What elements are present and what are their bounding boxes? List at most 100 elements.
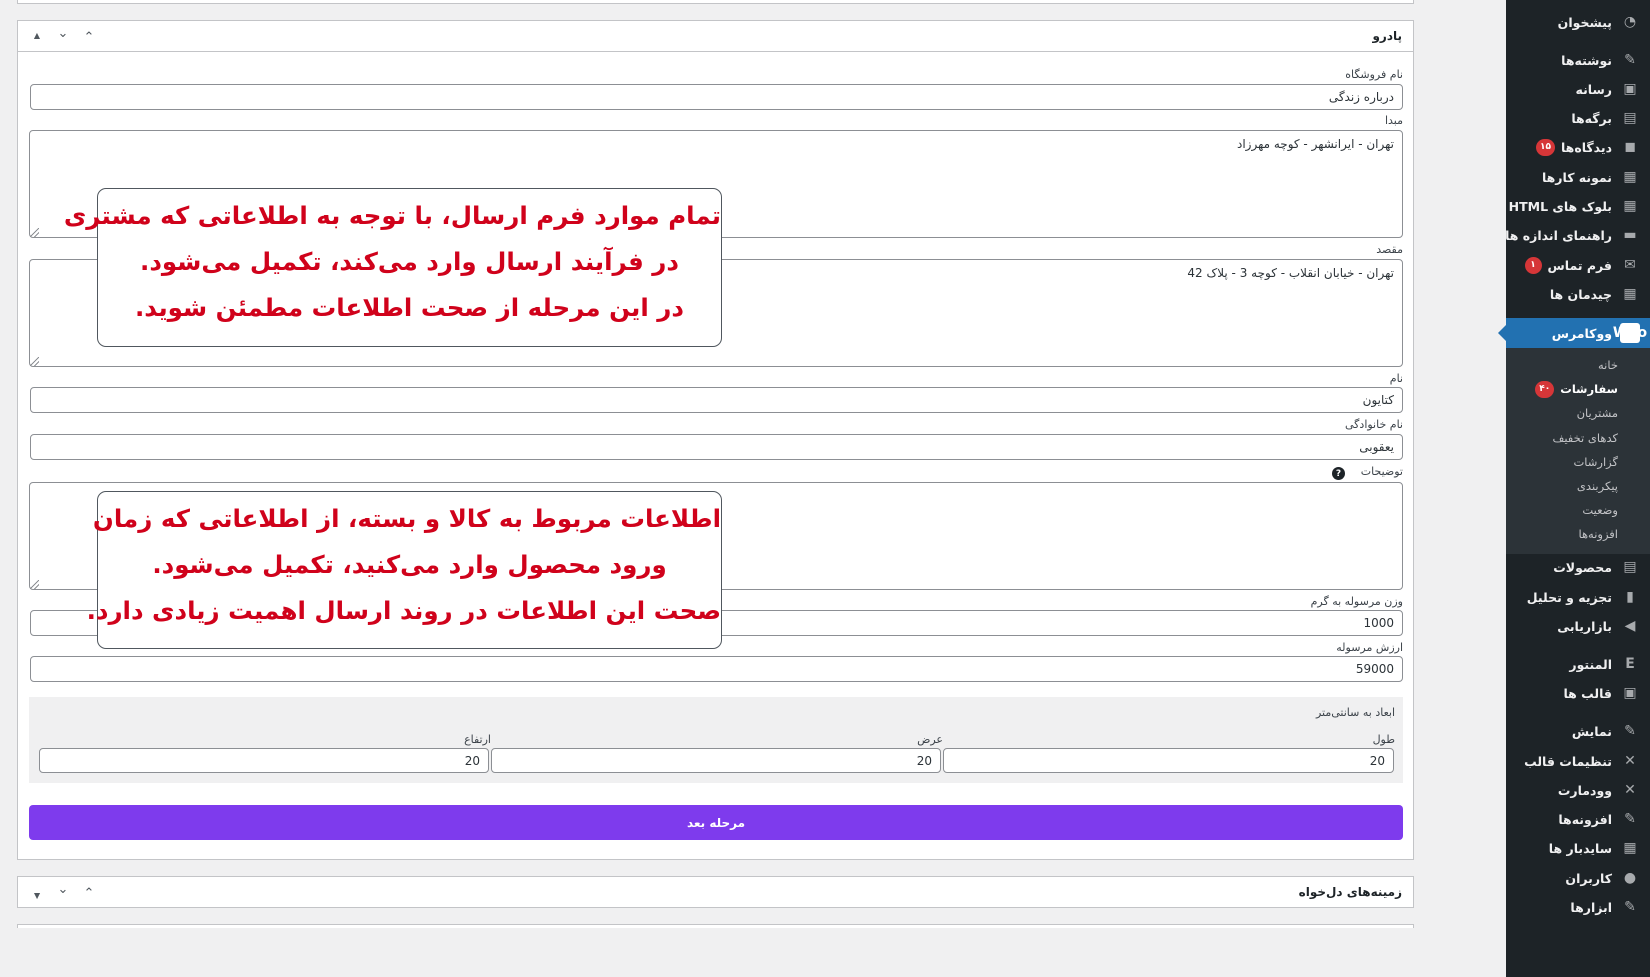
- sidebar-item-layouts[interactable]: ▦ چیدمان ها: [1506, 279, 1650, 309]
- destination-resize-handle[interactable]: [30, 357, 39, 366]
- length-label: طول: [1372, 733, 1395, 746]
- sidebar-item-woodmart[interactable]: ✕ وودمارت: [1506, 775, 1650, 805]
- custom-fields-controls: ▲ ⌄ ⌃: [28, 883, 98, 905]
- next-step-button[interactable]: مرحله بعد: [29, 805, 1403, 840]
- submenu-item[interactable]: پیکربندی: [1506, 474, 1650, 498]
- sidebar-item-analytics[interactable]: ▮ تجزیه و تحلیل: [1506, 582, 1650, 612]
- last-name-input[interactable]: [30, 434, 1403, 460]
- sidebar-item-label: پیشخوان: [1557, 14, 1612, 30]
- sidebar-item-sidebars[interactable]: ▦ سایدبار ها: [1506, 833, 1650, 863]
- sidebar-item-theme-settings[interactable]: ✕ تنظیمات قالب: [1506, 746, 1650, 776]
- sidebar-item-appearance[interactable]: ✎ نمایش: [1506, 716, 1650, 746]
- sidebar-item-media[interactable]: ▣ رسانه: [1506, 74, 1650, 104]
- plugins-icon: ✎: [1624, 811, 1636, 827]
- last-name-label: نام خانوادگی: [1345, 418, 1403, 431]
- length-input[interactable]: [943, 748, 1394, 773]
- submenu-item[interactable]: افزونه‌ها: [1506, 522, 1650, 546]
- callout-line: صحت این اطلاعات در روند ارسال اهمیت زیاد…: [86, 596, 721, 625]
- analytics-icon: ▮: [1626, 589, 1634, 605]
- next-panel-edge: [17, 924, 1414, 928]
- sidebar-item-dashboard[interactable]: ◔ پیشخوان: [1506, 7, 1650, 37]
- appearance-icon: ✎: [1624, 723, 1636, 739]
- annotation-callout-package: اطلاعات مربوط به کالا و بسته، از اطلاعات…: [86, 491, 722, 649]
- sidebar-item-label: دیدگاه‌ها: [1560, 139, 1612, 155]
- sidebar-item-comments[interactable]: ◼ دیدگاه‌ها ۱۵: [1506, 132, 1650, 162]
- sidebar-item-megaphone[interactable]: ◀ بازاریابی: [1506, 611, 1650, 641]
- admin-sidebar: خانه سفارشات ۴۰ مشتریان کدهای تخفیف گزارشات پی…: [1498, 0, 1650, 977]
- sidebar-item-label: رسانه: [1575, 81, 1612, 97]
- custom-fields-title: زمینه‌های دل‌خواه: [1298, 885, 1402, 899]
- submenu-item[interactable]: مشتریان: [1506, 401, 1650, 425]
- submenu-item[interactable]: سفارشات ۴۰: [1506, 377, 1650, 401]
- origin-resize-handle[interactable]: [30, 228, 39, 237]
- sidebar-item-pin[interactable]: ✎ نوشته‌ها: [1506, 45, 1650, 75]
- tools-icon: ✎: [1624, 899, 1636, 915]
- store-name-input[interactable]: [30, 84, 1403, 110]
- move-up-icon[interactable]: ▲: [28, 27, 46, 49]
- callout-line: در فرآیند ارسال وارد می‌کند، تکمیل می‌شو…: [140, 247, 679, 276]
- megaphone-icon: ◀: [1624, 618, 1636, 634]
- layouts-icon: ▦: [1623, 286, 1637, 302]
- pin-icon: ✎: [1624, 52, 1636, 68]
- sidebar-item-elementor[interactable]: Ε المنتور: [1506, 649, 1650, 679]
- sidebar-item-label: محصولات: [1553, 559, 1612, 575]
- sidebar-item-users[interactable]: ● کاربران: [1506, 863, 1650, 893]
- sidebar-item-portfolio[interactable]: ▦ نمونه کارها: [1506, 162, 1650, 192]
- width-label: عرض: [917, 733, 943, 746]
- description-resize-handle[interactable]: [30, 580, 39, 589]
- sidebar-item-label: وودمارت: [1557, 782, 1612, 798]
- templates-icon: ▣: [1623, 685, 1637, 701]
- submenu-item[interactable]: کدهای تخفیف: [1506, 426, 1650, 450]
- panel-title: پادرو: [1372, 29, 1402, 43]
- callout-line: اطلاعات مربوط به کالا و بسته، از اطلاعات…: [92, 504, 721, 533]
- callout-line: تمام موارد فرم ارسال، با توجه به اطلاعات…: [63, 201, 721, 230]
- toggle-panel-icon[interactable]: ⌃: [80, 883, 98, 905]
- sidebar-item-blocks[interactable]: ▦ بلوک های HTML: [1506, 191, 1650, 221]
- toggle-panel-icon[interactable]: ⌃: [80, 27, 98, 49]
- sidebar-item-woocommerce[interactable]: Woo ووکامرس: [1498, 318, 1650, 348]
- annotation-callout-form: تمام موارد فرم ارسال، با توجه به اطلاعات…: [63, 188, 722, 347]
- move-down-icon[interactable]: ⌄: [54, 27, 72, 49]
- blocks-icon: ▦: [1623, 198, 1637, 214]
- sidebar-item-mail[interactable]: ✉ فرم تماس ۱: [1506, 250, 1650, 280]
- sidebar-item-pages[interactable]: ▤ برگه‌ها: [1506, 103, 1650, 133]
- submenu-item[interactable]: خانه: [1506, 353, 1650, 377]
- value-input[interactable]: [30, 656, 1403, 682]
- woocommerce-submenu: خانه سفارشات ۴۰ مشتریان کدهای تخفیف گزارشات پی…: [1506, 346, 1650, 554]
- destination-label: مقصد: [1376, 243, 1403, 256]
- sidebar-item-label: تنظیمات قالب: [1524, 753, 1612, 769]
- sidebar-item-tools[interactable]: ✎ ابزارها: [1506, 892, 1650, 922]
- woodmart-icon: ✕: [1624, 782, 1636, 798]
- move-down-icon[interactable]: ⌄: [54, 883, 72, 905]
- submenu-item[interactable]: گزارشات: [1506, 450, 1650, 474]
- submenu-item-label: افزونه‌ها: [1578, 527, 1618, 542]
- sidebar-item-label: بازاریابی: [1557, 618, 1612, 634]
- width-input[interactable]: [491, 748, 941, 773]
- sidebar-item-plugins[interactable]: ✎ افزونه‌ها: [1506, 804, 1650, 834]
- size-guide-icon: ▬: [1623, 227, 1637, 243]
- weight-label: وزن مرسوله به گرم: [1310, 595, 1403, 608]
- store-name-label: نام فروشگاه: [1345, 68, 1403, 81]
- dimensions-title: ابعاد به سانتی‌متر: [1315, 706, 1395, 719]
- mail-icon: ✉: [1624, 257, 1636, 273]
- sidebar-item-label: برگه‌ها: [1571, 110, 1612, 126]
- sidebar-item-templates[interactable]: ▣ قالب ها: [1506, 678, 1650, 708]
- submenu-item[interactable]: وضعیت: [1506, 498, 1650, 522]
- sidebar-item-label: افزونه‌ها: [1558, 811, 1612, 827]
- sidebar-item-label: نوشته‌ها: [1561, 52, 1612, 68]
- sidebar-item-label: نمایش: [1571, 723, 1612, 739]
- products-icon: ▤: [1623, 559, 1637, 575]
- sidebar-item-label: ووکامرس: [1551, 325, 1612, 341]
- sidebar-item-label: بلوک های HTML: [1508, 198, 1612, 214]
- move-up-icon[interactable]: ▲: [28, 883, 46, 905]
- sidebar-item-products[interactable]: ▤ محصولات: [1506, 552, 1650, 582]
- first-name-input[interactable]: [30, 387, 1403, 413]
- portfolio-icon: ▦: [1623, 169, 1637, 185]
- theme-settings-icon: ✕: [1624, 753, 1636, 769]
- dashboard-icon: ◔: [1623, 14, 1637, 30]
- height-input[interactable]: [39, 748, 489, 773]
- help-icon[interactable]: ?: [1332, 467, 1345, 480]
- sidebar-item-label: تجزیه و تحلیل: [1526, 589, 1612, 605]
- sidebar-item-label: کاربران: [1565, 870, 1612, 886]
- sidebar-item-size-guide[interactable]: ▬ راهنمای اندازه ها: [1505, 220, 1650, 250]
